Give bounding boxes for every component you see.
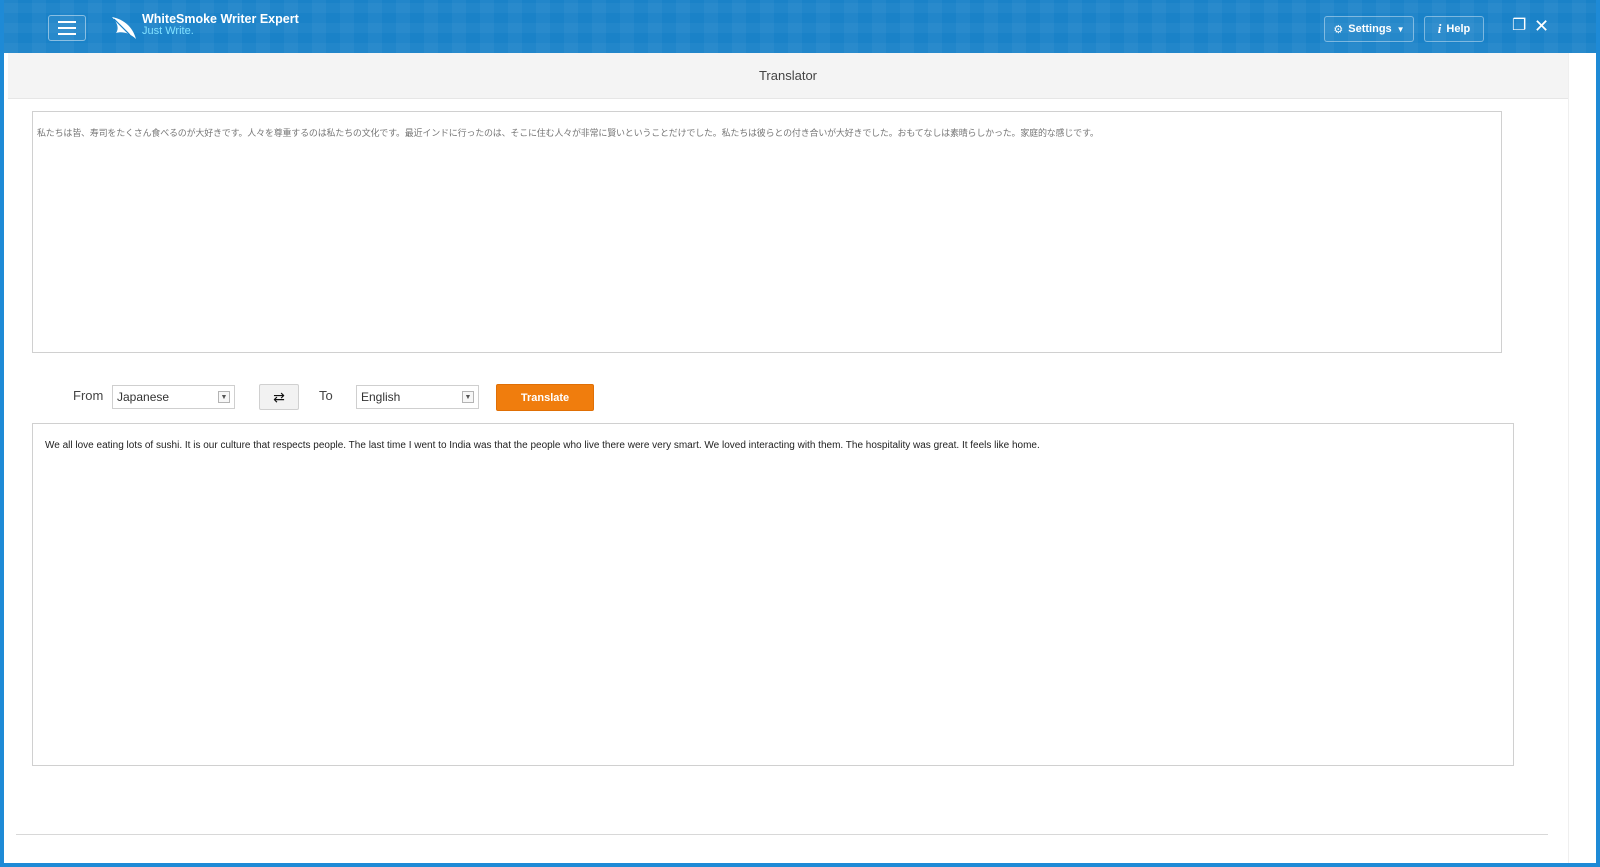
source-text-area[interactable]: 私たちは皆、寿司をたくさん食べるのが大好きです。人々を尊重するのは私たちの文化で… <box>32 111 1502 353</box>
menu-icon-line <box>58 21 76 23</box>
menu-button[interactable] <box>48 15 86 41</box>
source-text: 私たちは皆、寿司をたくさん食べるのが大好きです。人々を尊重するのは私たちの文化で… <box>37 129 1099 139</box>
swap-arrows-icon: ⇄ <box>273 388 285 405</box>
right-margin <box>1568 53 1596 863</box>
feather-logo-icon <box>112 17 136 39</box>
page-title: Translator <box>758 68 818 83</box>
output-text: We all love eating lots of sushi. It is … <box>45 440 1040 451</box>
translate-button[interactable]: Translate <box>496 384 594 411</box>
title-bar: WhiteSmoke Writer Expert Just Write. ⚙ S… <box>4 0 1596 53</box>
from-language-select[interactable]: Japanese ▼ <box>112 385 235 409</box>
app-window: WhiteSmoke Writer Expert Just Write. ⚙ S… <box>0 0 1600 867</box>
settings-button[interactable]: ⚙ Settings ▼ <box>1324 16 1414 42</box>
footer-divider <box>16 834 1548 835</box>
help-button[interactable]: i Help <box>1424 16 1484 42</box>
chevron-down-icon: ▼ <box>1396 24 1405 34</box>
translate-label: Translate <box>520 391 570 404</box>
translation-controls: From Japanese ▼ ⇄ To English ▼ Translate <box>4 383 1600 411</box>
chevron-down-icon: ▼ <box>218 391 230 403</box>
from-label: From <box>73 388 104 403</box>
chevron-down-icon: ▼ <box>462 391 474 403</box>
menu-icon-line <box>58 33 76 35</box>
settings-label: Settings <box>1348 23 1392 35</box>
gear-icon: ⚙ <box>1333 23 1344 36</box>
close-icon[interactable]: ✕ <box>1534 17 1549 35</box>
menu-icon-line <box>58 27 76 29</box>
restore-icon[interactable]: ❐ <box>1512 18 1526 34</box>
translation-output-area[interactable]: We all love eating lots of sushi. It is … <box>32 423 1514 766</box>
page-header: Translator <box>8 53 1568 99</box>
swap-languages-button[interactable]: ⇄ <box>259 384 299 410</box>
info-icon: i <box>1437 21 1442 36</box>
app-tagline: Just Write. <box>142 25 194 37</box>
app-logo: WhiteSmoke Writer Expert Just Write. <box>110 13 299 43</box>
to-language-select[interactable]: English ▼ <box>356 385 479 409</box>
to-language-value: English <box>361 390 401 404</box>
to-label: To <box>319 388 333 403</box>
help-label: Help <box>1446 23 1471 35</box>
app-name: WhiteSmoke Writer Expert <box>142 12 299 26</box>
from-language-value: Japanese <box>117 390 170 404</box>
